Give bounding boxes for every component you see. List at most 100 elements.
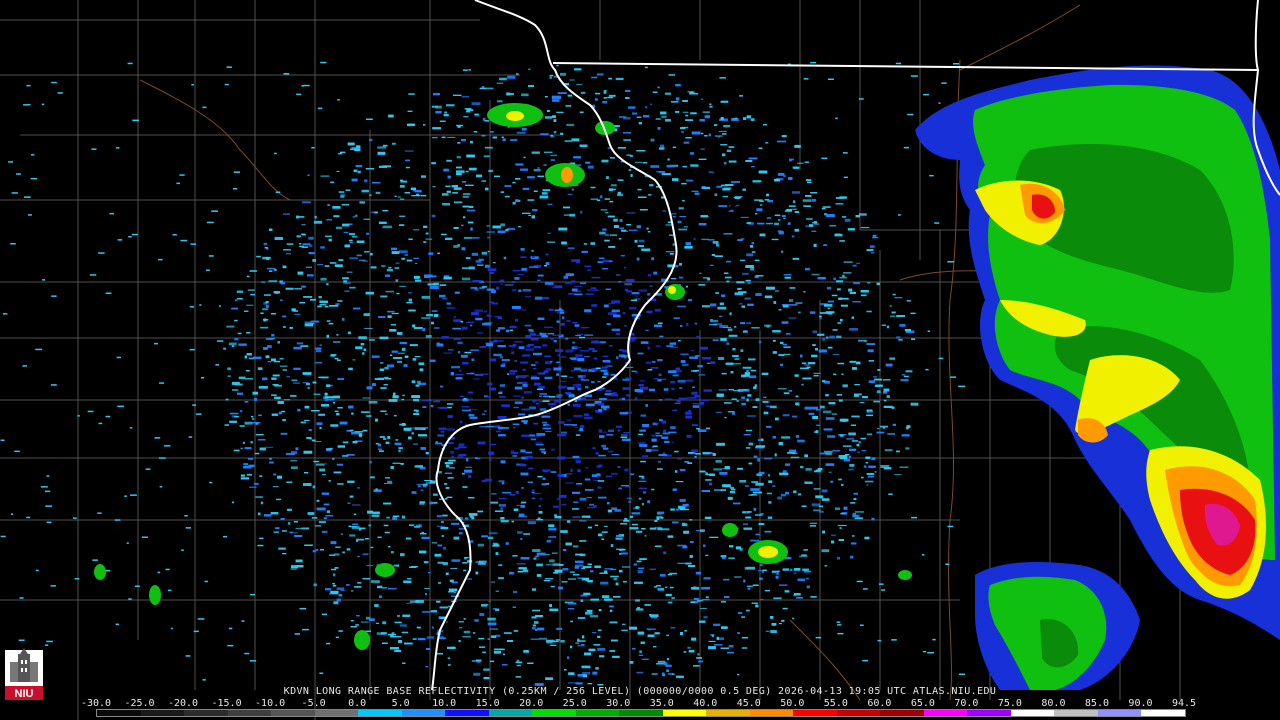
clutter-speckle: [696, 657, 702, 659]
clutter-speckle: [857, 451, 861, 453]
clutter-speckle: [426, 648, 431, 650]
clutter-speckle: [411, 380, 416, 384]
clutter-speckle: [468, 513, 478, 516]
clutter-speckle: [750, 267, 755, 271]
clutter-speckle: [459, 369, 462, 372]
clutter-speckle: [388, 399, 398, 402]
clutter-speckle: [362, 352, 365, 355]
clutter-speckle: [885, 363, 893, 367]
clutter-speckle: [793, 572, 797, 574]
clutter-speckle: [582, 674, 587, 678]
clutter-speckle: [479, 373, 489, 375]
clutter-speckle: [605, 475, 613, 477]
clutter-speckle: [517, 382, 523, 384]
clutter-speckle: [765, 142, 769, 144]
clutter-speckle: [583, 356, 591, 358]
clutter-speckle: [481, 604, 489, 606]
clutter-speckle: [586, 497, 592, 499]
clutter-speckle: [816, 424, 820, 426]
clutter-speckle: [634, 161, 643, 163]
clutter-speckle: [418, 362, 425, 366]
clutter-speckle: [793, 490, 797, 494]
clutter-speckle: [521, 396, 524, 399]
clutter-speckle: [633, 563, 637, 566]
clutter-speckle: [727, 651, 734, 654]
clutter-speckle: [249, 270, 257, 272]
clutter-speckle: [640, 641, 645, 644]
clutter-speckle: [745, 429, 753, 432]
clutter-speckle: [563, 214, 571, 216]
clutter-speckle: [282, 213, 290, 215]
clutter-speckle: [532, 624, 537, 627]
clutter-speckle: [600, 195, 603, 199]
clutter-speckle: [383, 225, 392, 229]
clutter-speckle: [490, 281, 499, 283]
clutter-speckle: [827, 286, 832, 290]
clutter-speckle: [610, 544, 614, 547]
clutter-speckle: [443, 352, 453, 354]
clutter-speckle: [421, 175, 426, 178]
clutter-speckle: [848, 432, 856, 436]
clutter-speckle: [481, 180, 487, 183]
clutter-speckle: [597, 403, 605, 406]
clutter-speckle: [775, 575, 779, 579]
clutter-speckle: [718, 130, 727, 132]
clutter-speckle: [569, 376, 574, 379]
clutter-speckle: [743, 434, 751, 436]
clutter-speckle: [660, 144, 665, 148]
clutter-speckle: [709, 452, 713, 455]
clutter-speckle: [792, 257, 799, 260]
clutter-speckle: [704, 516, 712, 519]
clutter-speckle: [629, 307, 637, 310]
clutter-speckle: [385, 274, 391, 277]
clutter-speckle: [413, 229, 419, 231]
clutter-speckle: [725, 362, 734, 365]
clutter-speckle: [858, 339, 867, 342]
clutter-speckle: [289, 531, 293, 534]
clutter-speckle: [805, 195, 812, 197]
clutter-speckle: [324, 305, 329, 308]
clutter-speckle: [318, 413, 325, 416]
clutter-speckle: [450, 372, 454, 376]
clutter-speckle: [537, 627, 545, 631]
clutter-speckle: [505, 542, 509, 545]
clutter-speckle: [715, 460, 722, 463]
clutter-speckle: [517, 531, 523, 534]
clutter-speckle: [641, 503, 644, 506]
clutter-speckle: [631, 292, 640, 295]
clutter-speckle: [435, 105, 442, 109]
clutter-speckle: [285, 453, 295, 455]
clutter-speckle: [481, 480, 487, 482]
clutter-speckle: [685, 285, 688, 288]
clutter-speckle: [806, 577, 809, 580]
clutter-speckle: [623, 139, 632, 142]
clutter-speckle: [341, 318, 345, 321]
clutter-speckle: [896, 336, 901, 339]
clutter-speckle: [405, 602, 413, 604]
clutter-speckle: [551, 552, 558, 554]
clutter-speckle: [513, 395, 521, 397]
clutter-speckle: [785, 332, 791, 335]
clutter-speckle: [306, 266, 312, 268]
clutter-speckle: [453, 245, 459, 248]
clutter-speckle: [724, 416, 727, 419]
clutter-speckle: [520, 361, 529, 364]
clutter-speckle: [356, 145, 361, 149]
clutter-speckle: [511, 306, 521, 309]
clutter-speckle: [553, 340, 557, 343]
clutter-speckle: [316, 350, 322, 353]
clutter-speckle: [558, 227, 568, 231]
clutter-speckle: [499, 279, 505, 282]
clutter-speckle: [290, 394, 297, 397]
clutter-speckle: [600, 581, 609, 585]
clutter-speckle: [852, 301, 861, 303]
clutter-speckle: [522, 309, 526, 311]
clutter-speckle: [459, 420, 463, 424]
clutter-speckle: [486, 231, 495, 233]
clutter-speckle: [638, 497, 642, 500]
clutter-speckle: [840, 304, 848, 307]
clutter-speckle: [649, 568, 656, 570]
clutter-speckle: [384, 531, 390, 534]
clutter-speckle: [670, 426, 676, 429]
clutter-speckle: [384, 413, 388, 415]
